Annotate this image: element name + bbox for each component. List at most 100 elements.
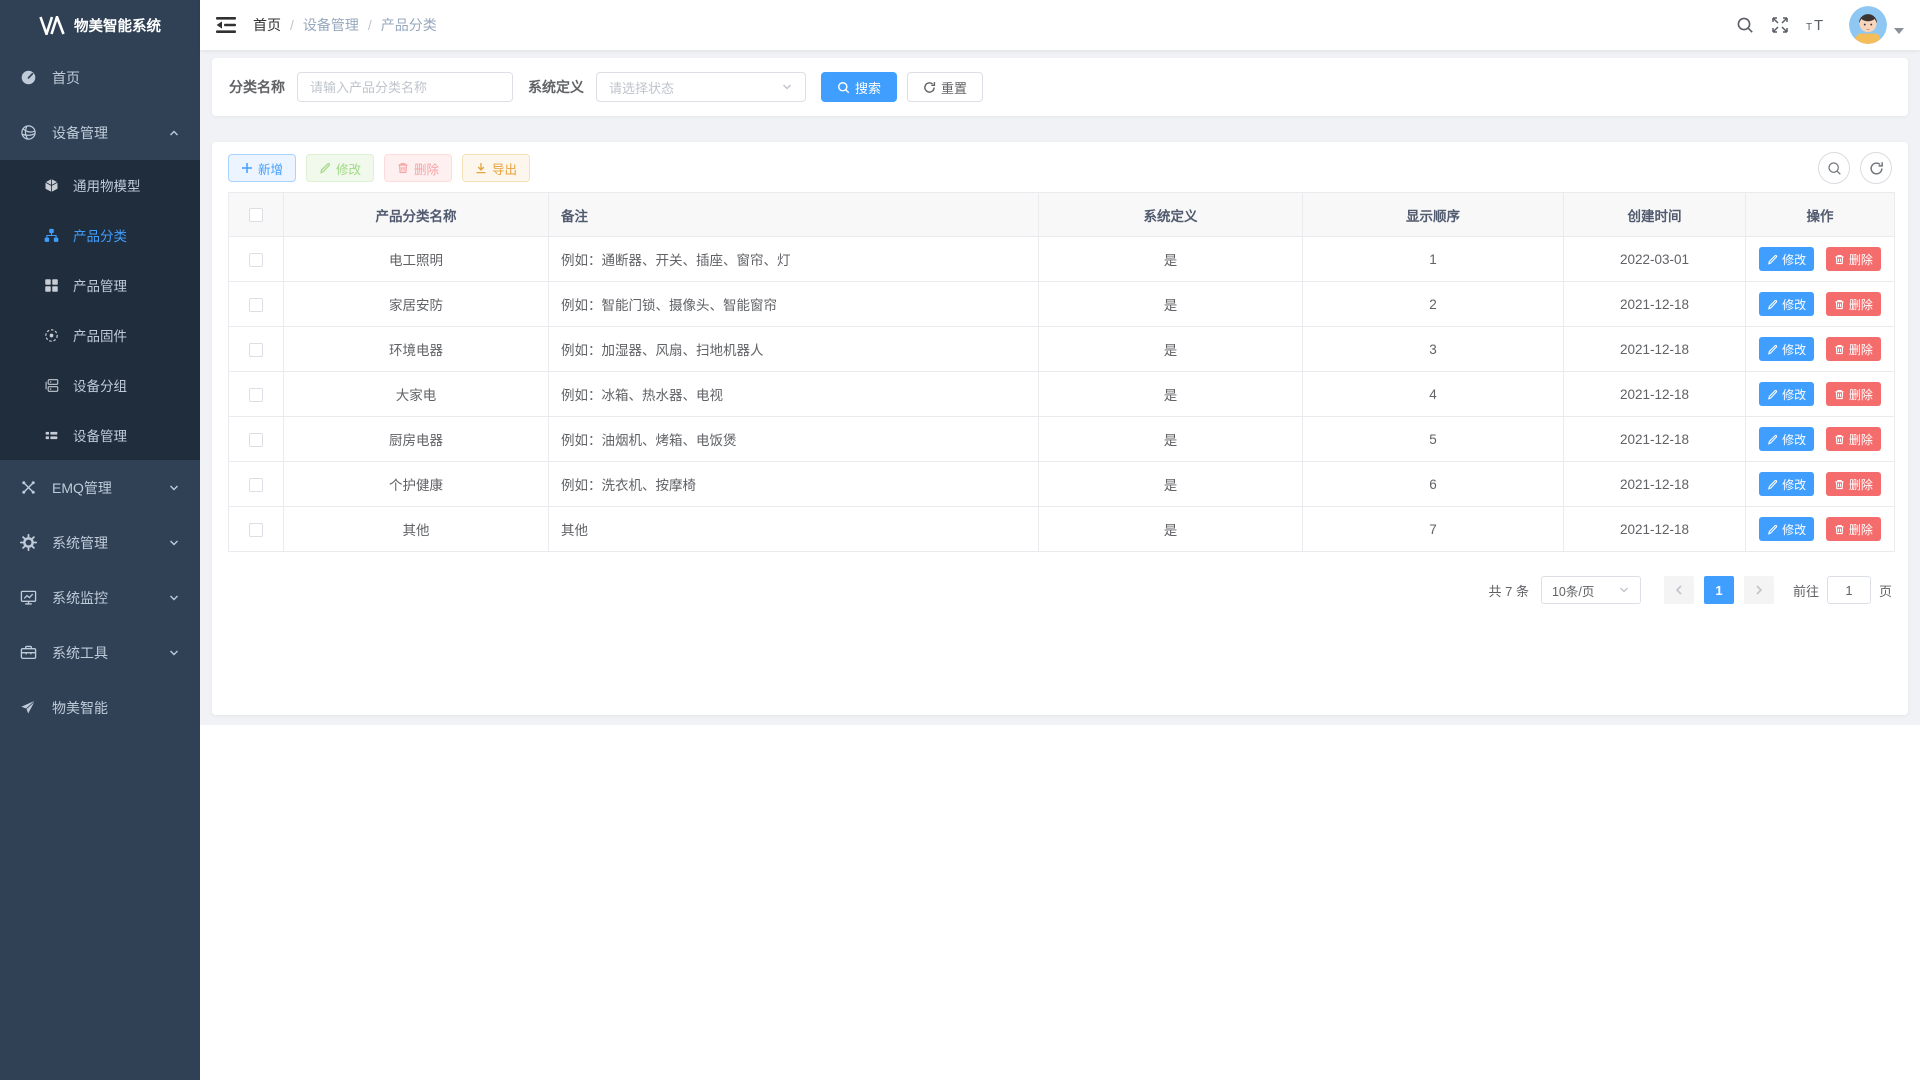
fullscreen-icon[interactable] (1771, 16, 1789, 34)
system-defined-label: 系统定义 (528, 77, 584, 97)
navbar-actions: TT (1736, 6, 1904, 44)
main-area: 首页 / 设备管理 / 产品分类 TT (200, 0, 1920, 1080)
goto-page-input[interactable] (1827, 576, 1871, 604)
row-delete-button[interactable]: 删除 (1826, 247, 1881, 271)
breadcrumb-device-management[interactable]: 设备管理 (303, 15, 359, 35)
row-checkbox[interactable] (249, 523, 263, 537)
cell-created: 2021-12-18 (1564, 372, 1746, 417)
sidebar-item-device-group[interactable]: 设备分组 (0, 360, 200, 410)
sidebar-item-home[interactable]: 首页 (0, 50, 200, 105)
row-edit-button[interactable]: 修改 (1759, 427, 1814, 451)
breadcrumb: 首页 / 设备管理 / 产品分类 (253, 15, 437, 35)
prev-page-button[interactable] (1664, 576, 1694, 604)
search-button[interactable]: 搜索 (821, 72, 897, 102)
sidebar-item-product-category[interactable]: 产品分类 (0, 210, 200, 260)
sidebar-item-product-management[interactable]: 产品管理 (0, 260, 200, 310)
header-remark: 备注 (549, 193, 1039, 237)
trash-icon (1834, 434, 1845, 445)
cell-actions: 修改 删除 (1746, 417, 1895, 462)
trash-icon (1834, 344, 1845, 355)
sidebar-item-product-firmware[interactable]: 产品固件 (0, 310, 200, 360)
sidebar-item-system-tools[interactable]: 系统工具 (0, 625, 200, 680)
export-button[interactable]: 导出 (462, 154, 530, 182)
category-name-input[interactable] (310, 80, 500, 95)
row-edit-button[interactable]: 修改 (1759, 382, 1814, 406)
cell-remark: 例如：冰箱、热水器、电视 (549, 372, 1039, 417)
filter-category: 分类名称 (229, 72, 513, 102)
row-checkbox[interactable] (249, 433, 263, 447)
header-created-time: 创建时间 (1564, 193, 1746, 237)
row-checkbox[interactable] (249, 388, 263, 402)
pen-icon (1767, 434, 1778, 445)
row-checkbox[interactable] (249, 253, 263, 267)
sidebar-item-system-monitor[interactable]: 系统监控 (0, 570, 200, 625)
row-delete-button[interactable]: 删除 (1826, 427, 1881, 451)
header-search-icon[interactable] (1736, 16, 1754, 34)
header-actions: 操作 (1746, 193, 1895, 237)
select-all-checkbox[interactable] (249, 208, 263, 222)
row-edit-button[interactable]: 修改 (1759, 337, 1814, 361)
edit-button[interactable]: 修改 (306, 154, 374, 182)
font-size-icon[interactable]: TT (1806, 16, 1828, 34)
page-content: 分类名称 系统定义 请选择状态 (200, 50, 1920, 725)
table-header-row: 产品分类名称 备注 系统定义 显示顺序 创建时间 操作 (229, 193, 1895, 237)
toggle-search-button[interactable] (1818, 152, 1850, 184)
cell-actions: 修改 删除 (1746, 507, 1895, 552)
cell-name: 电工照明 (284, 237, 549, 282)
row-edit-button[interactable]: 修改 (1759, 472, 1814, 496)
cell-remark: 例如：油烟机、烤箱、电饭煲 (549, 417, 1039, 462)
system-defined-select[interactable]: 请选择状态 (596, 72, 806, 102)
row-checkbox[interactable] (249, 298, 263, 312)
header-display-order: 显示顺序 (1303, 193, 1564, 237)
cell-system: 是 (1039, 462, 1303, 507)
page-size-select[interactable]: 10条/页 (1541, 576, 1641, 604)
sidebar-collapse-icon[interactable] (216, 16, 236, 34)
caret-down-icon (1894, 28, 1904, 34)
sidebar-item-thing-model[interactable]: 通用物模型 (0, 160, 200, 210)
table-row: 大家电 例如：冰箱、热水器、电视 是 4 2021-12-18 修改 删除 (229, 372, 1895, 417)
sidebar-item-system-management[interactable]: 系统管理 (0, 515, 200, 570)
sitemap-icon (44, 228, 59, 243)
device-globe-icon (20, 124, 37, 141)
next-page-button[interactable] (1744, 576, 1774, 604)
breadcrumb-home[interactable]: 首页 (253, 15, 281, 35)
sidebar-item-device-management[interactable]: 设备管理 (0, 105, 200, 160)
breadcrumb-current: 产品分类 (381, 15, 437, 35)
row-checkbox[interactable] (249, 478, 263, 492)
sidebar-item-wumei-smart[interactable]: 物美智能 (0, 680, 200, 735)
user-menu[interactable] (1849, 6, 1904, 44)
trash-icon (1834, 479, 1845, 490)
refresh-icon (923, 81, 936, 94)
cell-actions: 修改 删除 (1746, 372, 1895, 417)
bars-icon (44, 428, 59, 443)
pen-icon (1767, 299, 1778, 310)
sidebar-item-device-management-sub[interactable]: 设备管理 (0, 410, 200, 460)
delete-button[interactable]: 删除 (384, 154, 452, 182)
avatar[interactable] (1849, 6, 1887, 44)
cell-order: 3 (1303, 327, 1564, 372)
refresh-table-button[interactable] (1860, 152, 1892, 184)
row-delete-button[interactable]: 删除 (1826, 517, 1881, 541)
row-edit-button[interactable]: 修改 (1759, 292, 1814, 316)
logo-mark-icon (39, 16, 65, 35)
category-name-input-wrap (297, 72, 513, 102)
cell-actions: 修改 删除 (1746, 327, 1895, 372)
cell-order: 7 (1303, 507, 1564, 552)
header-system-defined: 系统定义 (1039, 193, 1303, 237)
row-edit-button[interactable]: 修改 (1759, 517, 1814, 541)
row-edit-button[interactable]: 修改 (1759, 247, 1814, 271)
plus-icon (241, 162, 253, 174)
chevron-down-icon (168, 482, 180, 494)
add-button[interactable]: 新增 (228, 154, 296, 182)
reset-button[interactable]: 重置 (907, 72, 983, 102)
row-delete-button[interactable]: 删除 (1826, 292, 1881, 316)
sidebar-submenu-device: 通用物模型 产品分类 产品管理 产品固件 (0, 160, 200, 460)
table-toolbar: 新增 修改 删除 (228, 152, 1892, 184)
cell-system: 是 (1039, 282, 1303, 327)
row-delete-button[interactable]: 删除 (1826, 472, 1881, 496)
page-number-1[interactable]: 1 (1704, 576, 1734, 604)
row-delete-button[interactable]: 删除 (1826, 382, 1881, 406)
row-checkbox[interactable] (249, 343, 263, 357)
sidebar-item-emq[interactable]: EMQ管理 (0, 460, 200, 515)
row-delete-button[interactable]: 删除 (1826, 337, 1881, 361)
